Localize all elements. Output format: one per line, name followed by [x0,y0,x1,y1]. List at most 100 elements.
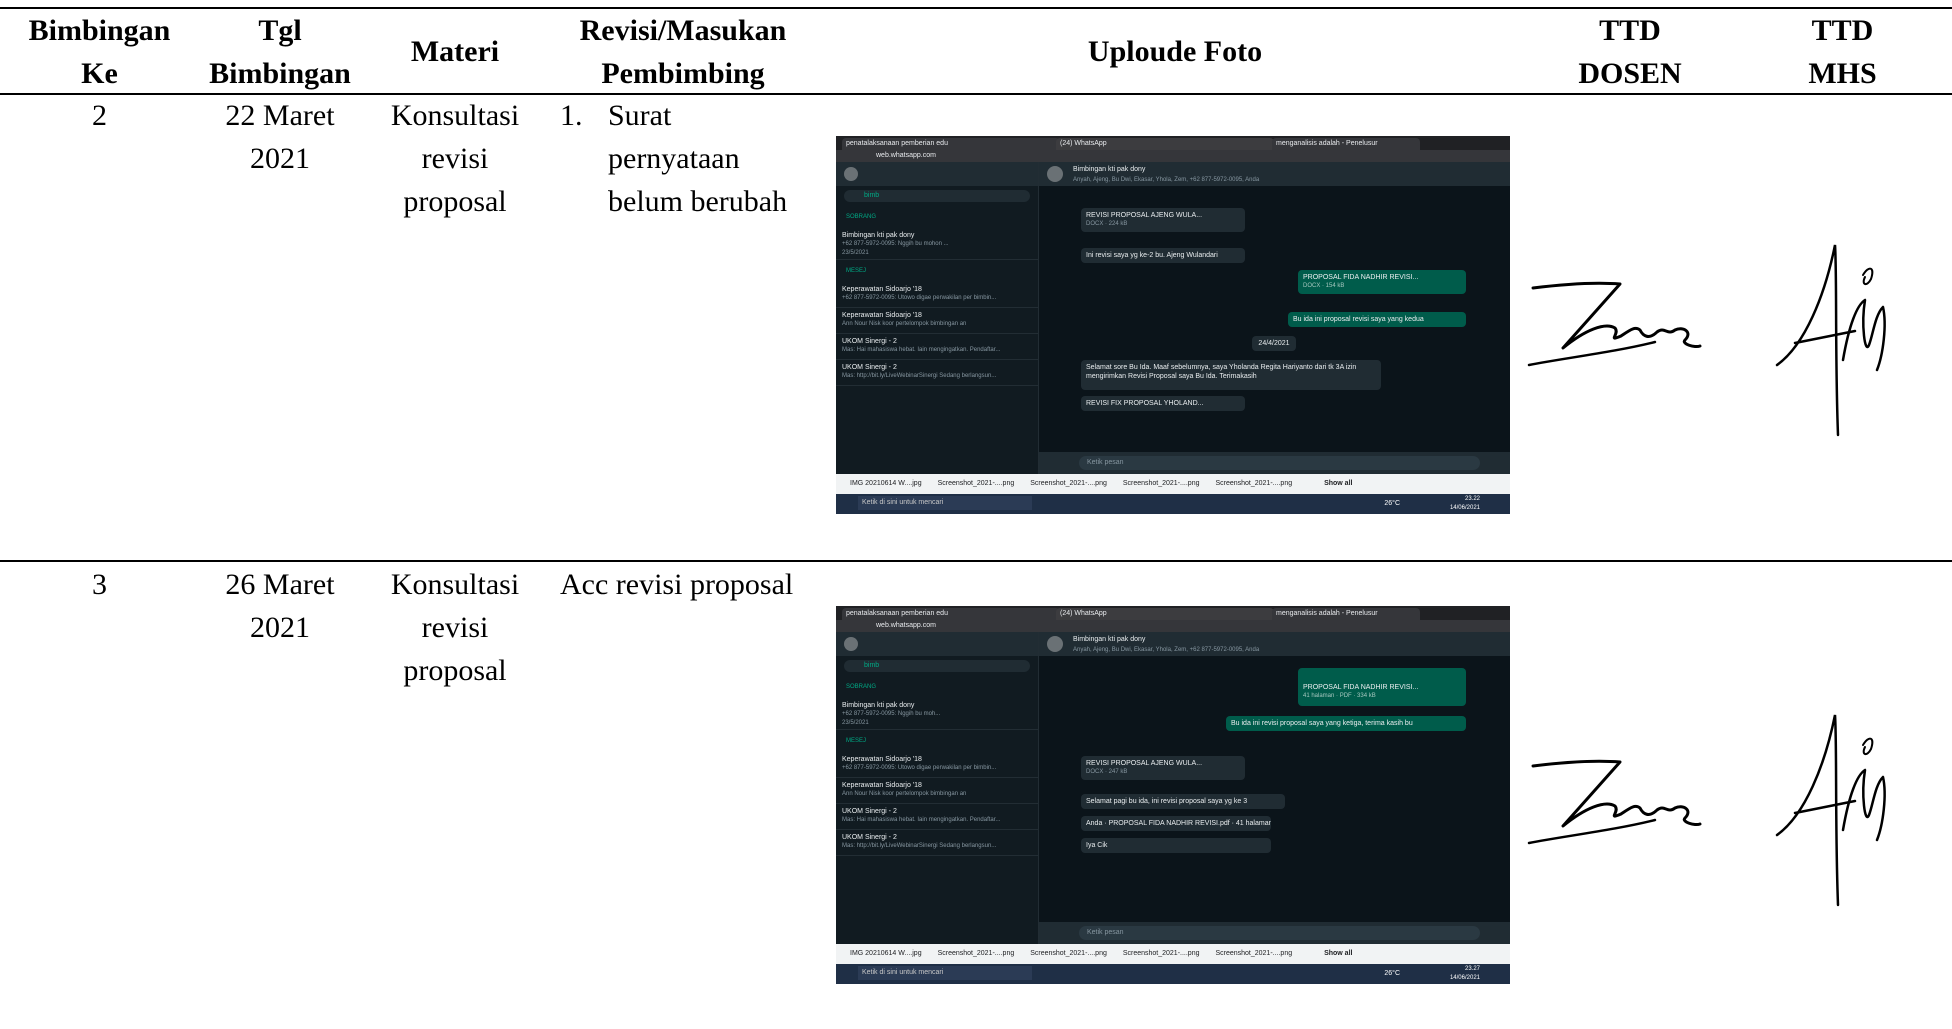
section-label: SOBRANG [846,214,877,220]
avatar [844,637,858,651]
download-item: Screenshot_2021-....png [1030,950,1107,957]
message-meta: DOCX · 247 kB [1086,769,1128,775]
weather-temp: 26°C [1384,500,1400,507]
chat-item: UKOM Sinergi - 2 Mas: Hai mahasiswa heba… [836,334,1038,360]
group-avatar [1047,636,1063,652]
header-line: Uploude Foto [1087,35,1263,68]
cell-text: revisi [421,142,489,175]
download-item: Screenshot_2021-....png [1215,950,1293,957]
header-tgl-bimbingan: Tgl Bimbingan [200,9,360,95]
browser-tab-bar: penatalaksanaan pemberian edu (24) Whats… [836,606,1510,620]
weather-temp: 26°C [1384,970,1400,977]
header-ttd-mhs: TTD MHS [1750,9,1935,95]
whatsapp-screenshot-1: penatalaksanaan pemberian edu (24) Whats… [836,136,1510,514]
chat-header-title: Bimbingan kti pak dony [1073,166,1146,173]
cell-text: Surat [608,99,672,132]
message-bubble: PROPOSAL FIDA NADHIR REVISI... 41 halama… [1298,668,1466,706]
chat-item: UKOM Sinergi - 2 Mas: Hai mahasiswa heba… [836,804,1038,830]
chat-time: 23/5/2021 [842,720,869,726]
chat-title: Bimbingan kti pak dony [842,702,915,709]
message-bubble: REVISI PROPOSAL AJENG WULA... DOCX · 224… [1081,208,1245,232]
chat-time: 23/5/2021 [842,250,869,256]
student-signature [1775,244,1886,437]
chat-search: bimb [844,660,1030,672]
download-item: Screenshot_2021-....png [937,480,1015,487]
chat-item: Keperawatan Sidoarjo '18 +62 877-5972-00… [836,752,1038,778]
avatar [844,167,858,181]
cell-text: Konsultasi [390,99,520,132]
chat-list-header [836,162,1038,186]
taskbar-clock: 23.27 14/06/2021 [1450,965,1480,983]
cell-text: pernyataan [608,142,740,175]
message-text: Selamat sore Bu Ida. Maaf sebelumnya, sa… [1086,364,1357,380]
message-bubble: Selamat pagi bu ida, ini revisi proposal… [1081,794,1285,809]
chat-header-title: Bimbingan kti pak dony [1073,636,1146,643]
message-text: REVISI FIX PROPOSAL YHOLAND... [1086,400,1204,407]
cell-text: 2021 [250,611,310,644]
clock-time: 23.22 [1464,496,1480,502]
message-bubble: PROPOSAL FIDA NADHIR REVISI... DOCX · 15… [1298,270,1466,294]
chat-subtitle: Mas: http://bit.ly/LiveWebinarSinergi Se… [842,373,997,379]
lecturer-signature [1527,759,1702,845]
message-bubble: Bu ida ini revisi proposal saya yang ket… [1226,716,1466,731]
compose-bar: Ketik pesan [1039,452,1510,474]
show-all-button: Show all [1324,950,1353,957]
row-divider [0,560,1952,562]
header-line: Materi [410,35,500,68]
cell-text: 3 [92,568,107,601]
chat-subtitle: +62 877-5972-0095: Utowo digae perwakila… [842,765,997,771]
message-text: PROPOSAL FIDA NADHIR REVISI... [1303,274,1419,281]
message-text: Iya Cik [1086,842,1108,849]
message-bubble: Selamat sore Bu Ida. Maaf sebelumnya, sa… [1081,360,1381,390]
row-2-materi: Konsultasi revisi proposal [380,563,530,692]
row-2-revisi: Acc revisi proposal [560,563,830,606]
browser-tab: menganalisis adalah - Penelusur [1272,138,1420,150]
taskbar-search: Ketik di sini untuk mencari [858,496,1032,511]
chat-title: Keperawatan Sidoarjo '18 [842,312,922,319]
chat-item: Bimbingan kti pak dony +62 877-5972-0095… [836,698,1038,730]
header-line: TTD [1811,14,1874,47]
download-item: Screenshot_2021-....png [1122,950,1200,957]
whatsapp-screenshot-2: penatalaksanaan pemberian edu (24) Whats… [836,606,1510,984]
address-bar: web.whatsapp.com [836,150,1510,162]
browser-tab: menganalisis adalah - Penelusur [1272,608,1420,620]
download-item: Screenshot_2021-....png [937,950,1015,957]
chat-item: UKOM Sinergi - 2 Mas: http://bit.ly/Live… [836,830,1038,856]
message-bubble: Ini revisi saya yg ke-2 bu. Ajeng Wuland… [1081,248,1245,263]
row-1-no: 2 [12,94,187,137]
header-line: Ke [81,57,118,90]
chat-list-pane: bimb SOBRANG Bimbingan kti pak dony +62 … [836,162,1039,474]
message-bubble: REVISI FIX PROPOSAL YHOLAND... [1081,396,1245,411]
header-uploude-foto: Uploude Foto [830,30,1520,73]
header-ttd-dosen: TTD DOSEN [1530,9,1730,95]
message-bubble: REVISI PROPOSAL AJENG WULA... DOCX · 247… [1081,756,1245,780]
message-text: PROPOSAL FIDA NADHIR REVISI... [1303,684,1419,691]
address-bar: web.whatsapp.com [836,620,1510,632]
download-item: IMG 20210614 W....jpg [850,480,922,487]
chat-item: Keperawatan Sidoarjo '18 +62 877-5972-00… [836,282,1038,308]
row-1-revisi: Surat pernyataan belum berubah [608,94,828,223]
chat-search: bimb [844,190,1030,202]
cell-text: Konsultasi [390,568,520,601]
message-meta: DOCX · 224 kB [1086,221,1128,227]
message-text: Bu ida ini revisi proposal saya yang ket… [1231,720,1413,727]
chat-header: Bimbingan kti pak dony Anyah, Ajeng, Bu … [1039,632,1510,656]
cell-text: belum berubah [608,185,788,218]
clock-date: 14/06/2021 [1449,505,1480,511]
cell-text: 2021 [250,142,310,175]
chat-item: Bimbingan kti pak dony +62 877-5972-0095… [836,228,1038,260]
chat-title: UKOM Sinergi - 2 [842,364,897,371]
cell-text: proposal [403,185,507,218]
header-materi: Materi [380,30,530,73]
chat-item: Keperawatan Sidoarjo '18 Ann Nour Nisk k… [836,778,1038,804]
header-revisi: Revisi/Masukan Pembimbing [548,9,818,95]
header-line: MHS [1808,57,1877,90]
cell-text: Acc revisi proposal [560,568,794,601]
chat-header: Bimbingan kti pak dony Anyah, Ajeng, Bu … [1039,162,1510,186]
chat-item: UKOM Sinergi - 2 Mas: http://bit.ly/Live… [836,360,1038,386]
header-line: Tgl [258,14,302,47]
chat-header-members: Anyah, Ajeng, Bu Dwi, Ekasar, Yhola, Zem… [1073,647,1260,653]
cell-text: 2 [92,99,107,132]
header-line: Bimbingan [28,14,171,47]
header-line: Pembimbing [601,57,765,90]
